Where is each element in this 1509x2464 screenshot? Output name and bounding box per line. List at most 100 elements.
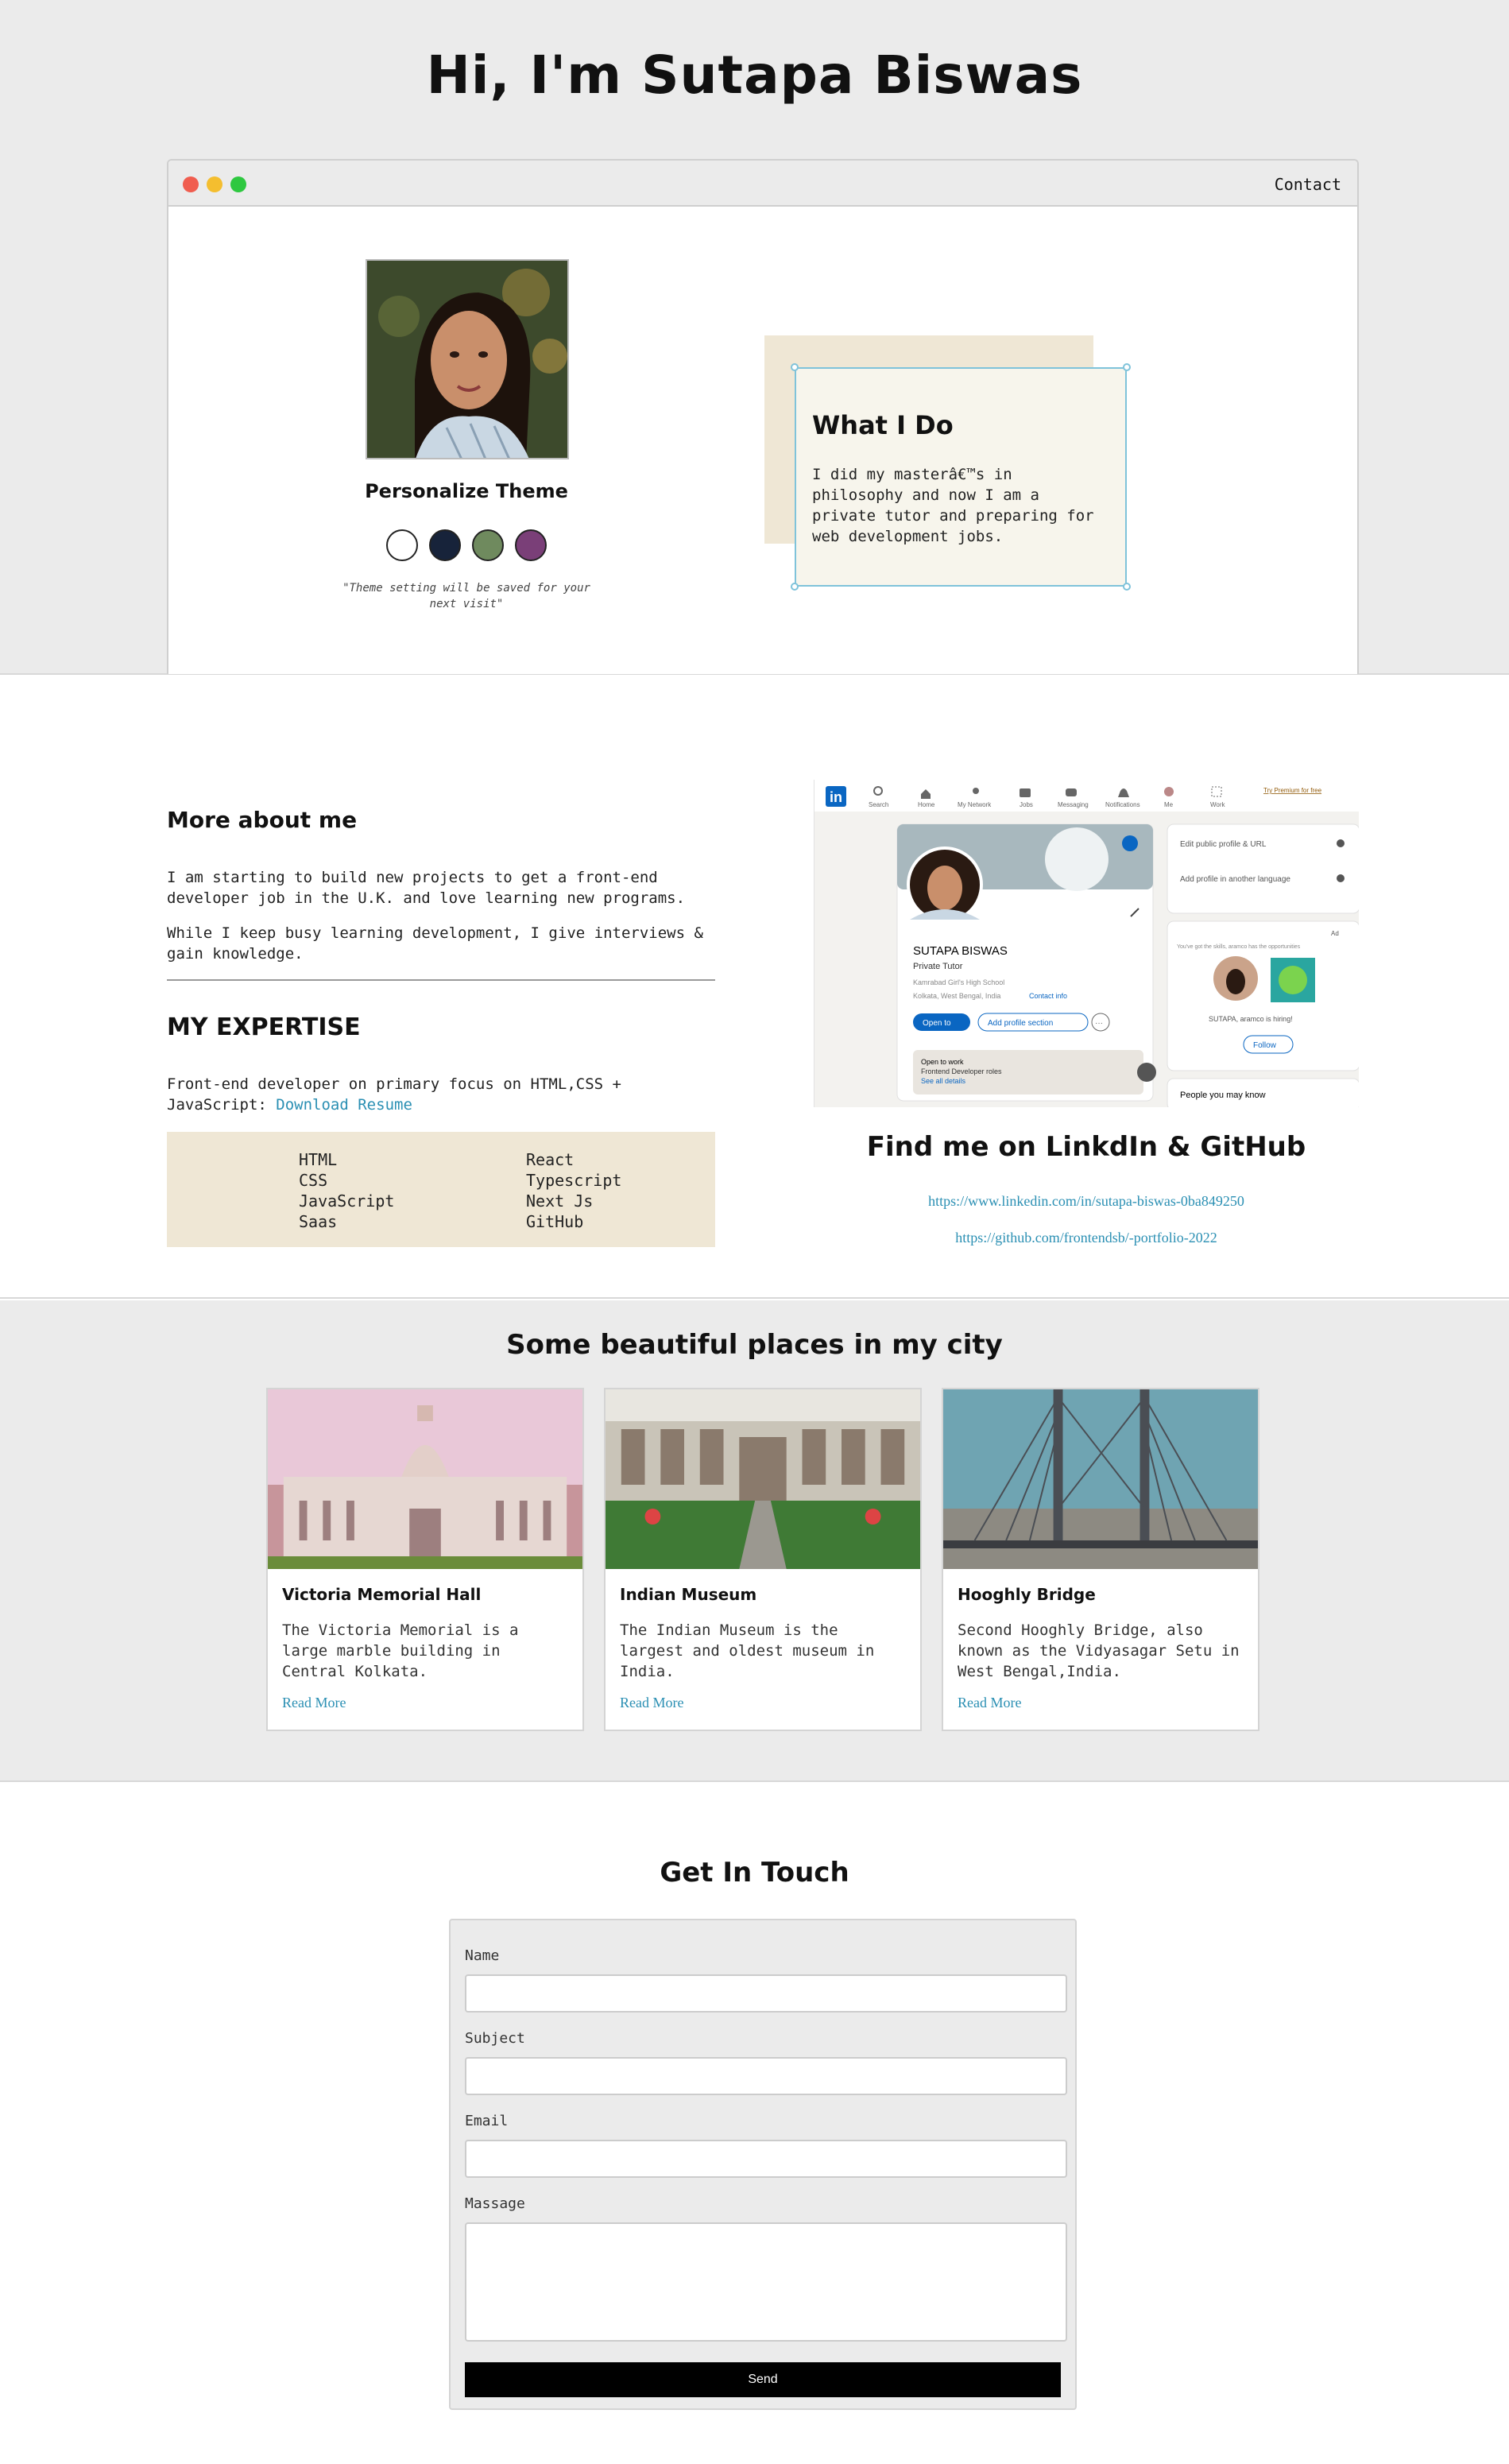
- place-card-title: Hooghly Bridge: [958, 1585, 1096, 1604]
- place-card-text: The Indian Museum is the largest and old…: [620, 1621, 875, 1680]
- profile-photo: [366, 259, 569, 459]
- place-card-title: Indian Museum: [620, 1585, 757, 1604]
- places-section: Some beautiful places in my city Victori…: [0, 1300, 1509, 1782]
- minimize-dot-icon: [207, 176, 222, 192]
- svg-text:Frontend Developer roles: Frontend Developer roles: [921, 1067, 1002, 1075]
- name-field[interactable]: [465, 1974, 1067, 2013]
- skills-panel: HTML CSS JavaScript Saas React Typescrip…: [167, 1132, 715, 1247]
- what-i-do-text: I did my masterâ€™s in philosophy and no…: [812, 466, 1094, 545]
- svg-text:Add profile in another languag: Add profile in another language: [1180, 875, 1290, 884]
- svg-text:Private Tutor: Private Tutor: [913, 962, 963, 971]
- svg-text:Kolkata, West Bengal, India: Kolkata, West Bengal, India: [913, 992, 1000, 1000]
- svg-text:Follow: Follow: [1253, 1041, 1277, 1050]
- network-icon: [973, 788, 979, 794]
- help-icon: [1337, 839, 1345, 847]
- read-more-link[interactable]: Read More: [282, 1695, 346, 1711]
- places-title: Some beautiful places in my city: [506, 1329, 1003, 1361]
- theme-note: "Theme setting will be saved for your ne…: [342, 582, 590, 610]
- subject-label: Subject: [465, 2030, 525, 2047]
- about-section: More about me I am starting to build new…: [0, 676, 1509, 1299]
- place-card-text: The Victoria Memorial is a large marble …: [282, 1621, 519, 1680]
- divider: [167, 979, 715, 981]
- download-resume-link[interactable]: Download Resume: [276, 1096, 412, 1114]
- svg-text:Add profile section: Add profile section: [988, 1019, 1053, 1028]
- chevron-right-icon: [1137, 1063, 1156, 1082]
- expertise-text: Front-end developer on primary focus on …: [167, 1074, 723, 1115]
- svg-text:Search: Search: [869, 801, 888, 808]
- jobs-icon: [1020, 788, 1031, 797]
- victoria-memorial-image: [268, 1389, 582, 1569]
- close-dot-icon: [183, 176, 199, 192]
- skills-list-right: React Typescript Next Js GitHub: [526, 1149, 621, 1232]
- svg-text:Kamrabad Girl's High School: Kamrabad Girl's High School: [913, 978, 1004, 986]
- svg-text:Open to work: Open to work: [921, 1058, 964, 1066]
- resize-handle-icon: [1123, 583, 1131, 591]
- place-card-title: Victoria Memorial Hall: [282, 1585, 482, 1604]
- subject-field[interactable]: [465, 2057, 1067, 2095]
- place-card: Victoria Memorial Hall The Victoria Memo…: [266, 1388, 584, 1731]
- resize-handle-icon: [791, 583, 799, 591]
- maximize-dot-icon: [230, 176, 246, 192]
- svg-text:Edit public profile & URL: Edit public profile & URL: [1180, 840, 1267, 849]
- theme-swatch-purple[interactable]: [515, 529, 547, 561]
- nav-contact-link[interactable]: Contact: [1275, 175, 1341, 194]
- skills-list-left: HTML CSS JavaScript Saas: [299, 1149, 394, 1232]
- what-i-do-card: What I Do I did my masterâ€™s in philoso…: [791, 363, 1131, 591]
- svg-text:SUTAPA BISWAS: SUTAPA BISWAS: [913, 944, 1008, 958]
- skill-item: Typescript: [526, 1171, 622, 1190]
- email-field[interactable]: [465, 2140, 1067, 2178]
- place-card: Hooghly Bridge Second Hooghly Bridge, al…: [942, 1388, 1259, 1731]
- skill-item: Next Js: [526, 1191, 594, 1211]
- svg-text:in: in: [830, 789, 842, 805]
- linkedin-profile-screenshot: in Search Home My Network Jobs Messaging…: [814, 780, 1359, 1107]
- message-field[interactable]: [465, 2222, 1067, 2342]
- theme-swatch-white[interactable]: [386, 529, 418, 561]
- send-button[interactable]: Send: [465, 2362, 1061, 2397]
- me-avatar: [1164, 787, 1174, 796]
- resize-handle-icon: [1123, 363, 1131, 371]
- read-more-link[interactable]: Read More: [958, 1695, 1021, 1711]
- theme-swatch-navy[interactable]: [429, 529, 461, 561]
- resize-handle-icon: [791, 363, 799, 371]
- svg-text:Ad: Ad: [1331, 930, 1339, 937]
- messaging-icon: [1066, 788, 1077, 796]
- svg-text:Try Premium for free: Try Premium for free: [1263, 787, 1322, 794]
- svg-text:···: ···: [1095, 1019, 1103, 1028]
- expertise-title: MY EXPERTISE: [167, 1013, 361, 1041]
- indian-museum-image: [606, 1389, 920, 1569]
- browser-title-bar: Contact: [168, 161, 1357, 207]
- find-me-title: Find me on LinkdIn & GitHub: [866, 1131, 1306, 1163]
- skill-item: JavaScript: [299, 1191, 395, 1211]
- about-paragraph-2: While I keep busy learning development, …: [167, 924, 703, 963]
- svg-text:See all details: See all details: [921, 1077, 966, 1085]
- name-label: Name: [465, 1947, 500, 1964]
- more-about-title: More about me: [167, 807, 358, 833]
- svg-text:Contact info: Contact info: [1029, 992, 1067, 1000]
- place-card: Indian Museum The Indian Museum is the l…: [604, 1388, 922, 1731]
- browser-window-mockup: Contact Personalize Theme "Theme setting…: [167, 159, 1359, 674]
- help-icon: [1337, 874, 1345, 882]
- camera-icon: [1122, 835, 1138, 851]
- hooghly-bridge-image: [943, 1389, 1258, 1569]
- page-title: Hi, I'm Sutapa Biswas: [426, 45, 1083, 106]
- what-i-do-title: What I Do: [812, 410, 954, 440]
- skill-item: CSS: [299, 1171, 328, 1190]
- svg-text:Jobs: Jobs: [1020, 801, 1033, 808]
- svg-text:You've got the skills, aramco: You've got the skills, aramco has the op…: [1177, 944, 1301, 950]
- github-link[interactable]: https://github.com/frontendsb/-portfolio…: [814, 1230, 1359, 1246]
- about-paragraph-1: I am starting to build new projects to g…: [167, 869, 686, 907]
- theme-swatch-green[interactable]: [472, 529, 504, 561]
- read-more-link[interactable]: Read More: [620, 1695, 683, 1711]
- theme-title: Personalize Theme: [365, 480, 568, 502]
- message-label: Massage: [465, 2195, 525, 2212]
- svg-text:My Network: My Network: [958, 801, 992, 808]
- place-card-text: Second Hooghly Bridge, also known as the…: [958, 1621, 1240, 1680]
- skill-item: GitHub: [526, 1212, 584, 1231]
- skill-item: React: [526, 1150, 575, 1169]
- svg-text:Home: Home: [918, 801, 935, 808]
- linkedin-link[interactable]: https://www.linkedin.com/in/sutapa-biswa…: [814, 1193, 1359, 1210]
- svg-text:Notifications: Notifications: [1105, 801, 1140, 808]
- contact-form: Name Subject Email Massage Send: [449, 1919, 1077, 2410]
- svg-text:Work: Work: [1210, 801, 1226, 808]
- svg-text:Messaging: Messaging: [1058, 801, 1089, 808]
